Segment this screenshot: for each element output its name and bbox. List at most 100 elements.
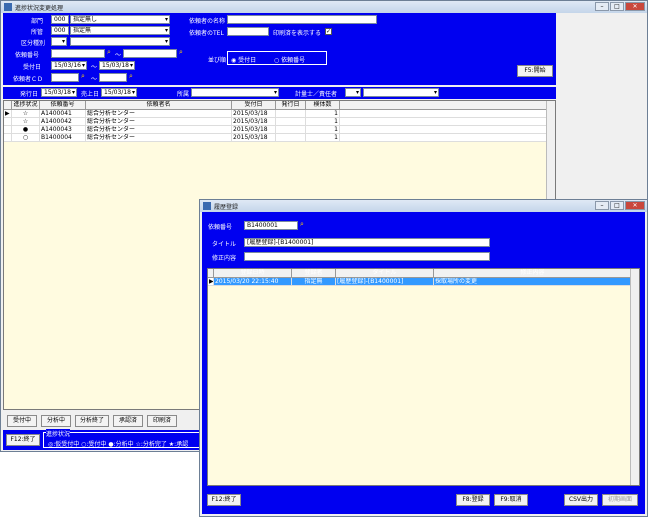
minimize-button[interactable]: – (595, 2, 609, 11)
bumon-select[interactable]: 指定無し (70, 15, 170, 24)
search-icon[interactable]: ⌕ (300, 220, 304, 229)
status-shonin-button[interactable]: 承認済 (113, 415, 143, 427)
register-button[interactable]: F8:登録 (456, 494, 490, 506)
dialog-exit-button[interactable]: F12:終了 (207, 494, 241, 506)
col-hakko-date: 発行日 (276, 101, 306, 109)
shokan-code-input[interactable]: 000 (51, 26, 69, 35)
table-row[interactable]: ▶ ☆ A1400041 総合分析センター 2015/03/18 1 (4, 110, 555, 118)
search-icon[interactable]: ⌕ (107, 48, 111, 57)
col-status: 進捗状況 (12, 101, 40, 109)
cell-count: 1 (306, 110, 340, 117)
keiryo-select[interactable] (363, 88, 439, 97)
sort-opt1-text: 受付日 (238, 57, 257, 64)
cell-issue (276, 118, 306, 125)
table-row[interactable]: ▶ 2015/03/20 22:15:40 指定無 [履歴登録]-[B14000… (208, 278, 639, 286)
minimize-button[interactable]: – (595, 201, 609, 210)
table-row[interactable]: ☆ A1400042 総合分析センター 2015/03/18 1 (4, 118, 555, 126)
keiryo-code-select[interactable] (345, 88, 361, 97)
table-row[interactable]: ○ B1400004 総合分析センター 2015/03/18 1 (4, 134, 555, 142)
cell-issue (276, 126, 306, 133)
sort-option-irai-no[interactable]: ○ 依頼番号 (274, 55, 305, 64)
dialog-shusei-label: 修正内容 (212, 255, 237, 262)
legend-text: ◎:仮受付中 ○:受付中 ●:分析中 ☆:分析完了 ★:承認 (48, 441, 189, 448)
close-button[interactable]: ✕ (625, 2, 645, 11)
show-printed-checkbox[interactable]: ✓ (325, 28, 332, 35)
cell-count: 1 (306, 118, 340, 125)
cell-count: 1 (306, 134, 340, 141)
cell-irai-no: A1400043 (40, 126, 86, 133)
irai-cd-from-input[interactable] (51, 73, 79, 82)
bumon-code-input[interactable]: 000 (51, 15, 69, 24)
kubun-code-select[interactable] (51, 37, 67, 46)
history-dialog: 履歴登録 – □ ✕ 依頼番号 B1400001 ⌕ タイトル [履歴登録]-[… (199, 199, 648, 517)
cell-status: ○ (12, 134, 40, 141)
dialog-shusei-input[interactable] (244, 252, 490, 261)
client-tel-label: 依頼者のTEL (189, 30, 224, 37)
sort-group: ◉ 受付日 ○ 依頼番号 (227, 51, 327, 65)
cell-date: 2015/03/18 (232, 126, 276, 133)
shozoku-select[interactable] (191, 88, 279, 97)
cell-client-name: 総合分析センター (86, 126, 232, 133)
dialog-irai-no-label: 依頼番号 (208, 224, 233, 231)
cell-count: 1 (306, 126, 340, 133)
cell-status: ☆ (12, 118, 40, 125)
bumon-label: 部門 (31, 18, 44, 25)
irai-cd-to-input[interactable] (99, 73, 127, 82)
dialog-title-input[interactable]: [履歴登録]-[B1400001] (244, 238, 490, 247)
table-row[interactable]: ● A1400043 総合分析センター 2015/03/18 1 (4, 126, 555, 134)
cell-status: ☆ (12, 110, 40, 117)
maximize-button[interactable]: □ (610, 2, 624, 11)
search-icon[interactable]: ⌕ (81, 72, 85, 81)
client-name-input[interactable] (227, 15, 377, 24)
irai-no-label: 依頼番号 (15, 52, 40, 59)
status-insatsu-button[interactable]: 印刷済 (147, 415, 177, 427)
client-name-label: 依頼者の名称 (189, 18, 226, 25)
cell-date: 2015/03/18 (232, 110, 276, 117)
irai-no-from-input[interactable] (51, 49, 105, 58)
start-button[interactable]: F5:開始 (517, 65, 553, 77)
init-screen-button[interactable]: 初期画面 (602, 494, 638, 506)
kubun-select[interactable] (70, 37, 170, 46)
show-printed-label: 印刷済を表示する (273, 30, 322, 37)
csv-export-button[interactable]: CSV出力 (564, 494, 598, 506)
shokan-label: 所管 (31, 29, 44, 36)
main-window-title: 進捗状況変更処理 (15, 4, 64, 12)
col-datetime: 登録日時 (214, 269, 292, 277)
cell-irai-no: B1400004 (40, 134, 86, 141)
cell-irai-no: A1400041 (40, 110, 86, 117)
status-bunseki-end-button[interactable]: 分析終了 (75, 415, 109, 427)
cancel-button[interactable]: F9:取消 (494, 494, 528, 506)
app-icon (4, 3, 12, 11)
uketsuke-from-input[interactable]: 15/03/16 (51, 61, 87, 70)
client-tel-input[interactable] (227, 27, 269, 36)
history-grid-header: 登録日時 登録者 タイトル 修正内容 (208, 269, 639, 278)
sort-label: 並び順 (208, 57, 227, 64)
history-grid-scrollbar[interactable] (630, 269, 639, 485)
hakko-date-input[interactable]: 15/03/18 (41, 88, 77, 97)
col-uketsuke-date: 受付日 (232, 101, 276, 109)
shokan-select[interactable]: 指定無 (70, 26, 170, 35)
search-icon[interactable]: ⌕ (129, 72, 133, 81)
uriage-date-input[interactable]: 15/03/18 (101, 88, 137, 97)
range-sep: 〜 (115, 52, 122, 59)
range-sep: 〜 (91, 64, 98, 71)
search-icon[interactable]: ⌕ (179, 48, 183, 57)
col-content: 修正内容 (434, 269, 632, 277)
legend-title: 進捗状況 (46, 429, 71, 438)
cell-user: 指定無 (292, 278, 336, 285)
close-button[interactable]: ✕ (625, 201, 645, 210)
col-title: タイトル (336, 269, 434, 277)
status-uketsuke-button[interactable]: 受付中 (7, 415, 37, 427)
dialog-title: 履歴登録 (214, 203, 239, 211)
dialog-irai-no-input[interactable]: B1400001 (244, 221, 298, 230)
maximize-button[interactable]: □ (610, 201, 624, 210)
cell-title: [履歴登録]-[B1400001] (336, 278, 434, 285)
uketsuke-to-input[interactable]: 15/03/18 (99, 61, 135, 70)
irai-no-to-input[interactable] (123, 49, 177, 58)
date-bar: 発行日 15/03/18 売上日 15/03/18 所属 計量士／責任者 (3, 87, 556, 99)
row-pointer-icon: ▶ (4, 110, 12, 117)
main-exit-button[interactable]: F12:終了 (6, 434, 40, 446)
main-titlebar: 進捗状況変更処理 – □ ✕ (1, 1, 647, 13)
sort-option-uketsuke[interactable]: ◉ 受付日 (231, 55, 256, 64)
status-bunseki-button[interactable]: 分析中 (41, 415, 71, 427)
